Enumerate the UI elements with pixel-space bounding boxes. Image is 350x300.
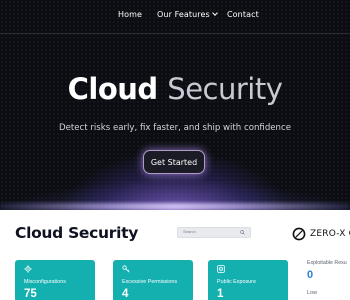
public-exposure-card[interactable]: Public Exposure 1	[208, 260, 288, 300]
card-value: 1	[217, 288, 224, 300]
nav-features-label: Our Features	[157, 10, 210, 19]
misconfigurations-card[interactable]: Misconfigurations 75	[15, 260, 95, 300]
globe-icon	[217, 265, 225, 273]
exploitable-resources-panel: Exploitable Resu 0 Low	[298, 260, 350, 300]
card-value: 4	[122, 288, 129, 300]
gear-icon	[24, 265, 32, 273]
search-icon	[240, 230, 245, 235]
top-nav: Home Our Features Contact	[0, 0, 350, 30]
nav-home-link[interactable]: Home	[118, 10, 142, 19]
dashboard-preview: Cloud Security Search ZERO-X CL Misconfi…	[0, 210, 350, 300]
risk-level-label: Low	[307, 290, 318, 296]
get-started-button[interactable]: Get Started	[143, 150, 205, 174]
key-icon	[122, 265, 130, 273]
nav-contact-link[interactable]: Contact	[227, 10, 259, 19]
hero-title-word1: Cloud	[67, 72, 159, 106]
brand-name: ZERO-X CL	[310, 229, 350, 239]
hero-subtitle: Detect risks early, fix faster, and ship…	[58, 123, 292, 133]
card-label: Excessive Permissions	[122, 279, 178, 285]
hero-title-word2: Security	[167, 72, 283, 106]
hero-title: Cloud Security	[0, 72, 350, 106]
nav-features-link[interactable]: Our Features	[157, 10, 218, 19]
hero-section: Home Our Features Contact Cloud Security…	[0, 0, 350, 210]
card-label: Public Exposure	[217, 279, 256, 285]
exploitable-value: 0	[307, 269, 314, 281]
dashboard-title: Cloud Security	[15, 224, 139, 242]
zero-x-logo-icon	[292, 227, 306, 241]
search-placeholder: Search	[183, 229, 196, 234]
card-value: 75	[24, 288, 37, 300]
exploitable-label: Exploitable Resu	[307, 260, 347, 266]
nav-divider	[0, 33, 350, 34]
excessive-permissions-card[interactable]: Excessive Permissions 4	[113, 260, 193, 300]
search-input[interactable]: Search	[177, 227, 251, 238]
hero-horizon-glow	[0, 203, 350, 210]
card-label: Misconfigurations	[24, 279, 66, 285]
chevron-down-icon	[211, 10, 218, 16]
